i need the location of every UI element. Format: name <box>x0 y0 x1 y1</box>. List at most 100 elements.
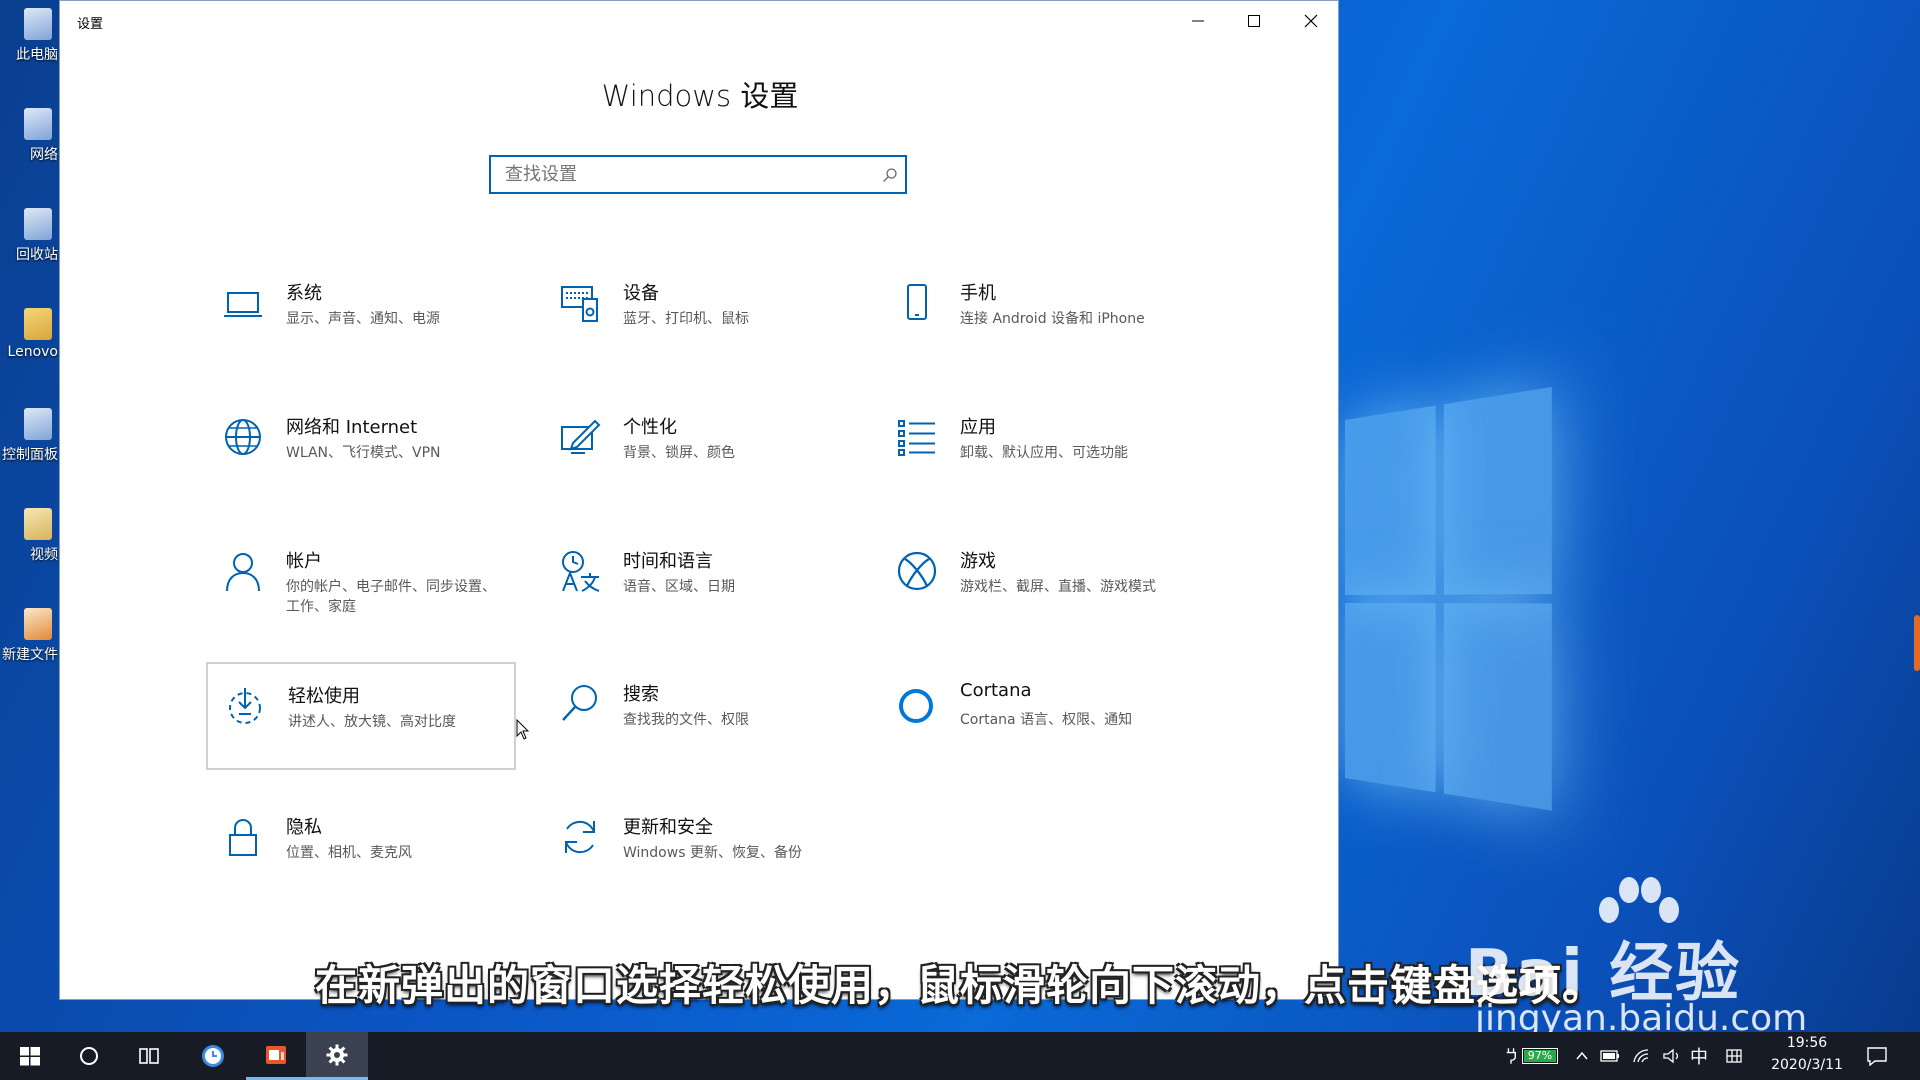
page-title: Windows 设置 <box>601 79 799 113</box>
new-file-icon <box>24 608 52 640</box>
maximize-button[interactable] <box>1226 1 1282 41</box>
lock-icon <box>222 815 264 859</box>
settings-window: 设置 Windows 设置 系统 显示、声音、通知、电源 设备 蓝牙、打印机、鼠… <box>59 0 1339 1000</box>
taskbar-app-clock[interactable] <box>183 1032 243 1080</box>
search-icon <box>559 682 601 726</box>
tile-description: WLAN、飞行模式、VPN <box>286 445 441 461</box>
taskbar-app-settings[interactable] <box>306 1032 368 1080</box>
tile-ease-of-access[interactable]: 轻松使用 讲述人、放大镜、高对比度 <box>206 662 516 770</box>
tile-description: 查找我的文件、权限 <box>623 712 749 728</box>
close-button[interactable] <box>1283 1 1339 41</box>
tile-devices[interactable]: 设备 蓝牙、打印机、鼠标 <box>543 261 853 369</box>
cortana-icon <box>896 682 938 726</box>
time-language-icon <box>559 549 601 593</box>
wifi-tray[interactable] <box>1632 1032 1652 1080</box>
tile-phone[interactable]: 手机 连接 Android 设备和 iPhone <box>880 261 1190 369</box>
xbox-icon <box>896 549 938 593</box>
desktop-icon-this-pc[interactable]: 此电脑 <box>0 8 58 64</box>
tile-description: 游戏栏、截屏、直播、游戏模式 <box>960 579 1156 595</box>
personalization-icon <box>559 415 601 459</box>
settings-search-box[interactable] <box>489 155 907 194</box>
battery-tray-icon <box>1600 1050 1619 1062</box>
task-view-button[interactable] <box>120 1032 178 1080</box>
tile-privacy[interactable]: 隐私 位置、相机、麦克风 <box>206 795 516 903</box>
tile-title: 更新和安全 <box>623 817 713 838</box>
volume-tray[interactable] <box>1662 1032 1682 1080</box>
ime-indicator[interactable]: 中 <box>1690 1032 1708 1080</box>
recycle-bin-icon <box>24 208 52 240</box>
taskbar-clock[interactable]: 19:56 2020/3/11 <box>1747 1032 1867 1080</box>
windows-start-icon <box>20 1047 40 1066</box>
wifi-icon <box>1633 1049 1649 1063</box>
desktop-icon-control-panel[interactable]: 控制面板 <box>0 408 58 464</box>
tile-search[interactable]: 搜索 查找我的文件、权限 <box>543 662 853 770</box>
power-plug-icon <box>1506 1048 1516 1064</box>
control-panel-icon <box>24 408 52 440</box>
tile-title: 帐户 <box>286 551 322 572</box>
tile-title: 手机 <box>960 283 996 304</box>
title-bar[interactable]: 设置 <box>60 1 1338 41</box>
tile-title: 时间和语言 <box>623 551 713 572</box>
baidu-jingyan-watermark: Bai 经验 jingyan.baidu.com <box>1465 870 1845 1040</box>
tile-title: 搜索 <box>623 684 659 705</box>
clock-date: 2020/3/11 <box>1771 1057 1843 1073</box>
speaker-icon <box>1663 1048 1679 1064</box>
tile-apps[interactable]: 应用 卸载、默认应用、可选功能 <box>880 395 1190 503</box>
ease-of-access-icon <box>224 684 266 728</box>
battery-icon: 97% <box>1522 1048 1558 1064</box>
tile-description: 位置、相机、麦克风 <box>286 845 412 861</box>
presentation-app-icon <box>266 1045 286 1064</box>
action-center-button[interactable] <box>1866 1032 1888 1080</box>
desktop-icon-recycle-bin[interactable]: 回收站 <box>0 208 58 264</box>
desktop-icon-lenovo[interactable]: Lenovo <box>0 308 58 360</box>
tile-time-language[interactable]: 时间和语言 语音、区域、日期 <box>543 529 853 637</box>
ime-mode-button[interactable] <box>1725 1032 1743 1080</box>
tile-network[interactable]: 网络和 Internet WLAN、飞行模式、VPN <box>206 395 516 503</box>
tile-title: 设备 <box>623 283 659 304</box>
clock-time: 19:56 <box>1786 1035 1828 1051</box>
tile-gaming[interactable]: 游戏 游戏栏、截屏、直播、游戏模式 <box>880 529 1190 637</box>
tile-description: 连接 Android 设备和 iPhone <box>960 311 1145 327</box>
tile-description: 语音、区域、日期 <box>623 579 735 595</box>
tile-description: 显示、声音、通知、电源 <box>286 311 440 327</box>
power-plug-tray[interactable] <box>1505 1032 1517 1080</box>
tile-title: 游戏 <box>960 551 996 572</box>
search-input[interactable] <box>491 157 875 192</box>
cortana-circle-icon <box>80 1047 98 1065</box>
desktop-icon-video[interactable]: 视频 <box>0 508 58 564</box>
cortana-button[interactable] <box>60 1032 118 1080</box>
tile-title: 网络和 Internet <box>286 417 418 438</box>
tile-description: 讲述人、放大镜、高对比度 <box>288 714 456 730</box>
battery-percent: 97% <box>1527 1049 1553 1062</box>
show-hidden-icons-button[interactable] <box>1575 1032 1589 1080</box>
minimize-icon <box>1192 20 1204 22</box>
minimize-button[interactable] <box>1170 1 1226 41</box>
mouse-cursor-icon <box>516 719 530 740</box>
tile-description: 背景、锁屏、颜色 <box>623 445 735 461</box>
this-pc-icon <box>24 8 52 40</box>
battery-indicator[interactable]: 97% <box>1522 1032 1558 1080</box>
desktop-icon-network[interactable]: 网络 <box>0 108 58 164</box>
tile-description: 卸载、默认应用、可选功能 <box>960 445 1128 461</box>
tile-accounts[interactable]: 帐户 你的帐户、电子邮件、同步设置、工作、家庭 <box>206 529 516 637</box>
gear-icon <box>326 1044 348 1065</box>
scroll-marker <box>1914 615 1920 671</box>
tile-cortana[interactable]: Cortana Cortana 语言、权限、通知 <box>880 662 1190 770</box>
search-icon[interactable] <box>875 167 905 183</box>
network-icon <box>24 108 52 140</box>
battery-tray[interactable] <box>1600 1032 1620 1080</box>
start-button[interactable] <box>0 1032 60 1080</box>
tile-title: 隐私 <box>286 817 322 838</box>
desktop-icon-new-file[interactable]: 新建文件 <box>0 608 58 664</box>
tile-description: Windows 更新、恢复、备份 <box>623 845 802 861</box>
taskbar-app-presentation[interactable] <box>246 1032 306 1080</box>
tile-personalization[interactable]: 个性化 背景、锁屏、颜色 <box>543 395 853 503</box>
globe-icon <box>222 415 264 459</box>
tile-system[interactable]: 系统 显示、声音、通知、电源 <box>206 261 516 369</box>
tile-description: Cortana 语言、权限、通知 <box>960 712 1133 728</box>
video-icon <box>24 508 52 540</box>
person-icon <box>222 549 264 593</box>
tile-update-security[interactable]: 更新和安全 Windows 更新、恢复、备份 <box>543 795 853 903</box>
tile-title: Cortana <box>960 680 1032 701</box>
task-view-icon <box>139 1048 159 1064</box>
